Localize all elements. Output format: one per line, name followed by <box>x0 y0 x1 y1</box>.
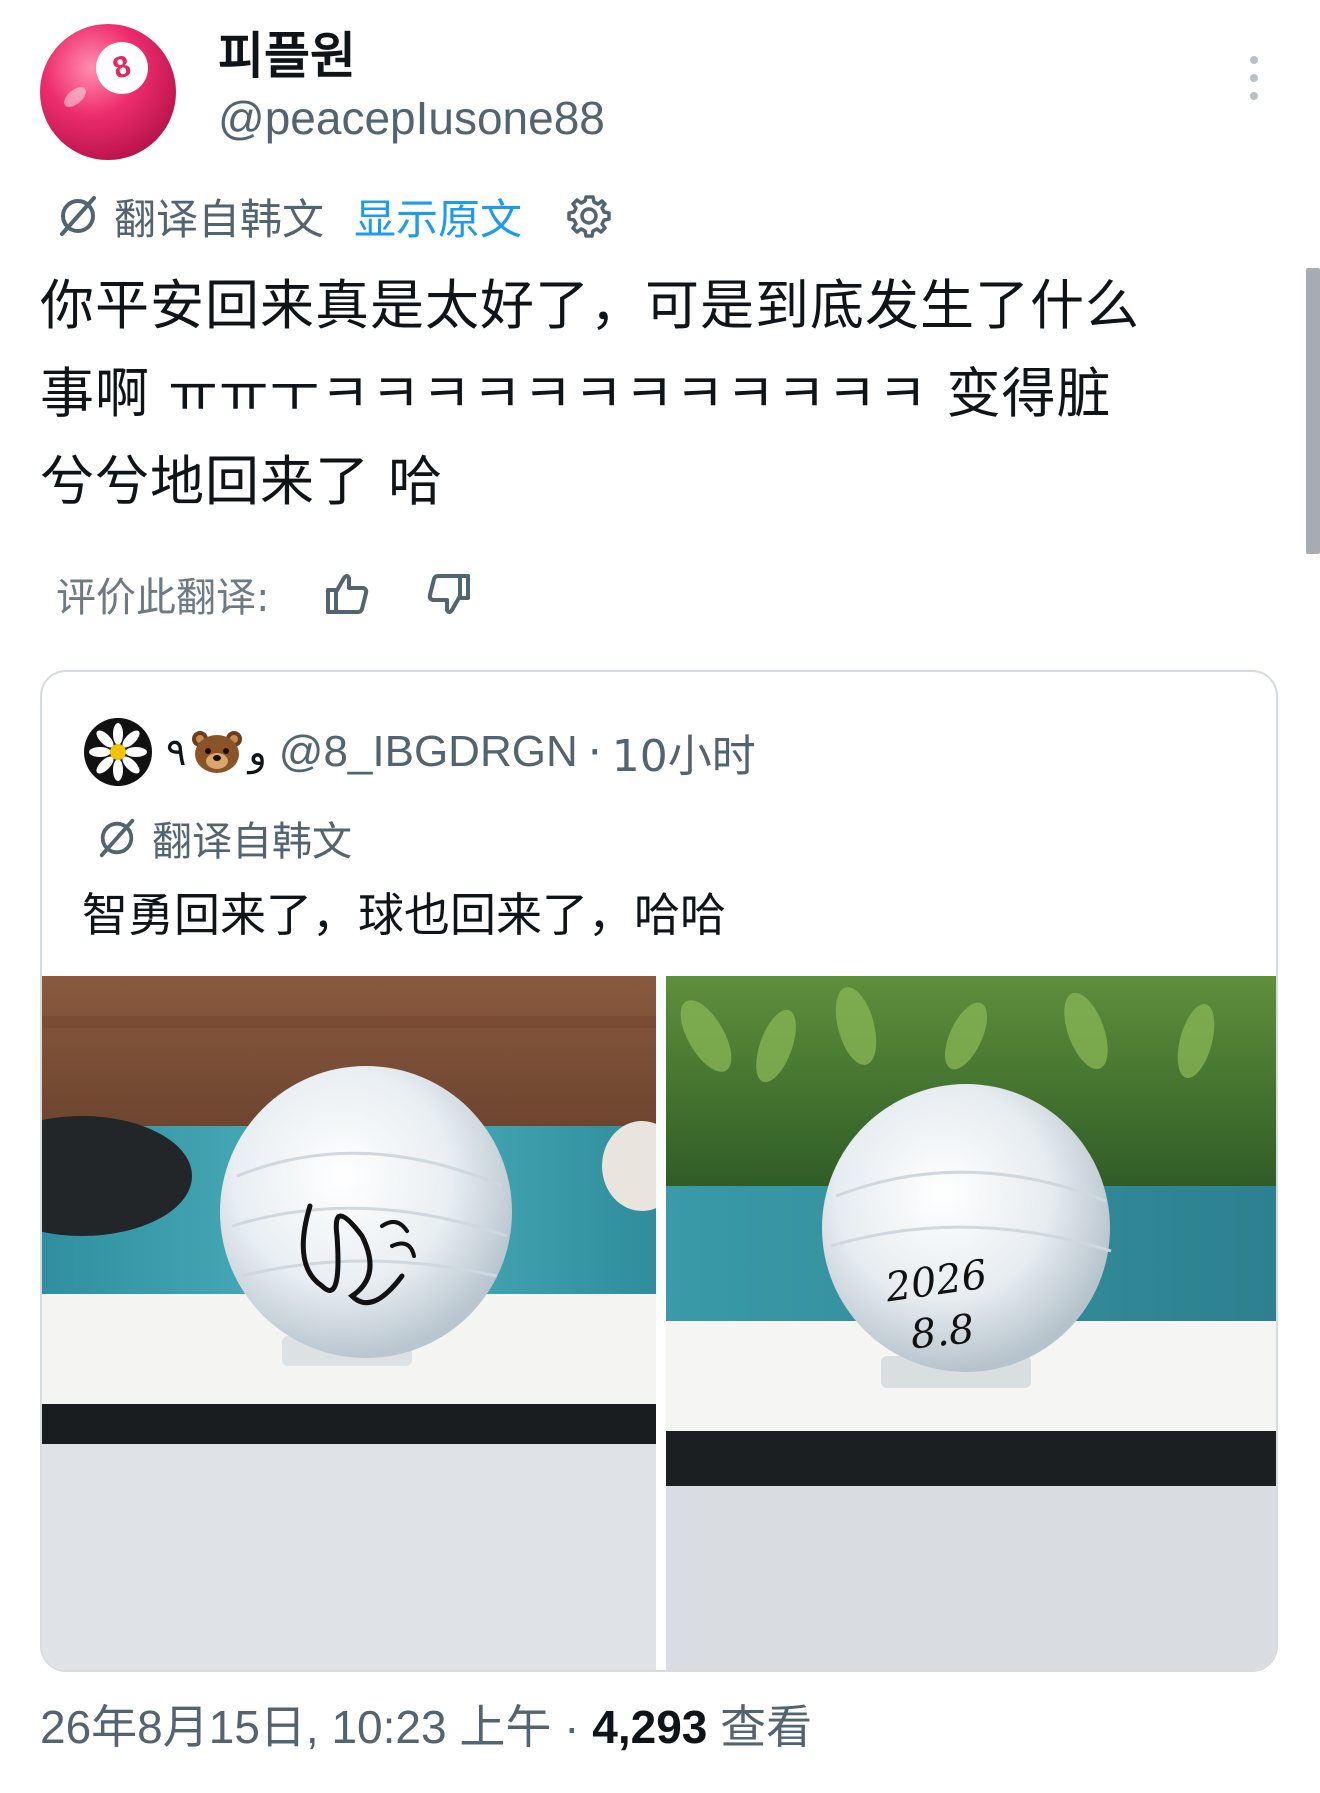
thumbs-down-icon[interactable] <box>425 570 473 618</box>
tweet-metadata: 26年8月15日, 10:23 上午 · 4,293 查看 <box>40 1696 812 1758</box>
scrollbar[interactable] <box>1306 268 1320 554</box>
quoted-translated-from-label: 翻译自韩文 <box>152 819 352 865</box>
quoted-tweet[interactable]: ٩ و @8_IBGDRGN · 10小时 翻译自韩文 智勇回来了，球也回来了，… <box>40 670 1278 1672</box>
quoted-tweet-text: 智勇回来了，球也回来了，哈哈 <box>82 888 726 942</box>
photo-right-image: 2026 8.8 <box>666 976 1276 1670</box>
quoted-author-name[interactable]: ٩ <box>166 730 186 774</box>
ball-date-line2: 8.8 <box>908 1306 976 1358</box>
quoted-translation-bar: 翻译自韩文 <box>96 810 352 866</box>
quoted-timestamp[interactable]: 10小时 <box>612 720 756 784</box>
daisy-icon <box>89 723 147 781</box>
more-vertical-icon[interactable] <box>1242 56 1266 100</box>
tweet-line: 兮兮地回来了 哈 <box>40 450 444 513</box>
rate-translation-bar: 评价此翻译: <box>56 566 473 622</box>
quoted-author-name-tail: و <box>248 730 267 774</box>
tweet-date[interactable]: 26年8月15日, 10:23 上午 <box>40 1701 551 1753</box>
signed-ball-photo-right[interactable]: 2026 8.8 <box>666 976 1276 1670</box>
separator-dot: · <box>564 1701 580 1753</box>
tweet-line: 事啊 ㅠㅠㅜㅋㅋㅋㅋㅋㅋㅋㅋㅋㅋㅋㅋ 变得脏 <box>40 362 1112 425</box>
tweet-text: 你平安回来真是太好了，可是到底发生了什么 事啊 ㅠㅠㅜㅋㅋㅋㅋㅋㅋㅋㅋㅋㅋㅋㅋ … <box>40 262 1280 526</box>
views-label: 查看 <box>720 1701 813 1753</box>
quoted-avatar[interactable] <box>84 718 152 786</box>
translated-from-label: 翻译自韩文 <box>114 194 325 244</box>
thumbs-up-icon[interactable] <box>323 570 371 618</box>
quoted-tweet-header: ٩ و @8_IBGDRGN · 10小时 <box>84 716 756 788</box>
avatar-number: 8 <box>108 49 135 86</box>
bear-emoji-icon <box>192 731 243 773</box>
billiard-ball-number: 8 <box>89 35 155 101</box>
separator-dot: · <box>587 726 602 778</box>
quoted-author-handle[interactable]: @8_IBGDRGN <box>279 727 578 777</box>
translation-bar: 翻译自韩文 显示原文 <box>56 188 612 244</box>
show-original-link[interactable]: 显示原文 <box>354 186 522 247</box>
avatar-shine <box>60 83 90 111</box>
tweet-line: 你平安回来真是太好了，可是到底发生了什么 <box>40 274 1140 337</box>
signed-ball-photo-left[interactable] <box>42 976 656 1670</box>
gear-icon[interactable] <box>566 193 612 239</box>
translate-icon <box>60 196 96 236</box>
avatar[interactable]: 8 <box>40 24 176 160</box>
rate-translation-label: 评价此翻译: <box>56 575 270 621</box>
views-count: 4,293 <box>592 1701 708 1753</box>
user-handle[interactable]: @peacepIusone88 <box>218 90 605 146</box>
photo-left-image <box>42 976 656 1670</box>
display-name[interactable]: 피플원 <box>218 26 356 86</box>
translate-icon <box>99 818 135 858</box>
